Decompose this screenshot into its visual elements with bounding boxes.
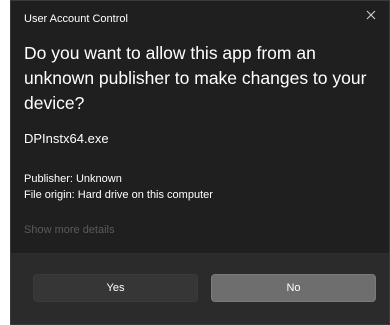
no-button[interactable]: No bbox=[211, 274, 376, 302]
close-button[interactable] bbox=[353, 1, 389, 29]
button-footer: Yes No bbox=[11, 253, 389, 324]
file-origin-text: File origin: Hard drive on this computer bbox=[24, 189, 213, 201]
program-details: Publisher: Unknown File origin: Hard dri… bbox=[24, 171, 213, 203]
program-name: DPInstx64.exe bbox=[24, 131, 109, 146]
yes-button[interactable]: Yes bbox=[33, 274, 198, 302]
title-bar: User Account Control bbox=[11, 1, 389, 37]
publisher-text: Publisher: Unknown bbox=[24, 173, 122, 185]
dialog-title: User Account Control bbox=[24, 13, 128, 25]
uac-dialog: User Account Control Do you want to allo… bbox=[10, 0, 390, 325]
prompt-headline: Do you want to allow this app from an un… bbox=[24, 43, 367, 113]
close-icon bbox=[366, 10, 376, 20]
show-more-details-link[interactable]: Show more details bbox=[24, 224, 115, 236]
